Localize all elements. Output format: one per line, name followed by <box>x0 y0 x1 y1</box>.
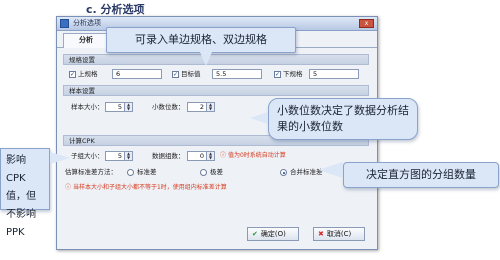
warning-note: ⓘ 当样本大小和子组大小都不等于1时，使用组内标准差计算 <box>65 183 227 193</box>
callout-spec: 可录入单边规格、双边规格 <box>106 27 296 53</box>
method-stddev-radio[interactable] <box>127 169 134 176</box>
subgroup-size-value: 5 <box>117 152 122 160</box>
stepper-arrows-icon[interactable]: ▲ ▼ <box>206 103 214 111</box>
usl-field[interactable]: 6 <box>112 69 162 79</box>
subgroup-size-label: 子组大小： <box>71 152 104 160</box>
sd-method-label: 估算标准差方法： <box>65 168 117 176</box>
subgroup-size-stepper[interactable]: 5 ▲ ▼ <box>105 151 133 161</box>
ok-button[interactable]: ✔ 确定(O) <box>247 227 299 241</box>
decimals-value: 2 <box>199 103 204 111</box>
callout-cpk-pointer <box>50 152 70 164</box>
dialog-title: 分析选项 <box>73 19 101 27</box>
cancel-button-label: 取消(C) <box>326 230 352 238</box>
sample-size-value: 5 <box>117 103 122 111</box>
group-count-stepper[interactable]: 0 ▲ ▼ <box>187 151 215 161</box>
callout-decimals-pointer <box>250 112 268 124</box>
stepper-arrows-icon[interactable]: ▲ ▼ <box>206 152 214 160</box>
sample-size-stepper[interactable]: 5 ▲ ▼ <box>105 102 133 112</box>
lsl-label: 下规格 <box>283 70 303 78</box>
target-label: 目标值 <box>181 70 201 78</box>
page-heading: c. 分析选项 <box>86 3 145 16</box>
info-icon: ⓘ <box>220 152 227 159</box>
target-field[interactable]: 5.5 <box>212 69 262 79</box>
decimals-label: 小数位数： <box>152 103 185 111</box>
tab-analysis[interactable]: 分析 <box>63 33 109 48</box>
callout-groups: 决定直方图的分组数量 <box>343 162 499 188</box>
cross-icon: ✖ <box>318 230 324 238</box>
ok-button-label: 确定(O) <box>260 230 286 238</box>
usl-checkbox[interactable]: ✓ <box>69 71 76 78</box>
callout-spec-pointer <box>200 52 212 66</box>
app-icon <box>60 19 69 28</box>
method-pooled-radio[interactable] <box>280 169 287 176</box>
callout-groups-pointer <box>318 162 343 178</box>
group-count-value: 0 <box>199 152 204 160</box>
target-checkbox[interactable]: ✓ <box>172 71 179 78</box>
callout-cpk: 影响CPK值，但不影响PPK <box>0 148 50 238</box>
stepper-arrows-icon[interactable]: ▲ ▼ <box>124 103 132 111</box>
decimals-stepper[interactable]: 2 ▲ ▼ <box>187 102 215 112</box>
close-button[interactable]: x <box>359 19 374 28</box>
spec-section-header: 规格设置 <box>63 54 369 65</box>
method-range-radio[interactable] <box>200 169 207 176</box>
sample-size-label: 样本大小： <box>71 103 104 111</box>
lsl-checkbox[interactable]: ✓ <box>274 71 281 78</box>
method-range-label: 极差 <box>210 168 223 176</box>
lsl-field[interactable]: 5 <box>309 69 359 79</box>
group-count-label: 数据组数： <box>152 152 185 160</box>
checkmark-icon: ✔ <box>252 230 258 238</box>
method-stddev-label: 标准差 <box>137 168 157 176</box>
cancel-button[interactable]: ✖ 取消(C) <box>313 227 365 241</box>
stepper-arrows-icon[interactable]: ▲ ▼ <box>124 152 132 160</box>
warning-text: 当样本大小和子组大小都不等于1时，使用组内标准差计算 <box>72 184 227 191</box>
usl-label: 上规格 <box>78 70 98 78</box>
callout-decimals: 小数位数决定了数据分析结果的小数位数 <box>268 98 418 140</box>
sample-section-header: 样本设置 <box>63 85 369 96</box>
group-count-note: ⓘ 值为0时系统自动计算 <box>220 151 286 161</box>
warning-icon: ⓘ <box>65 184 72 191</box>
group-count-note-text: 值为0时系统自动计算 <box>227 152 286 159</box>
